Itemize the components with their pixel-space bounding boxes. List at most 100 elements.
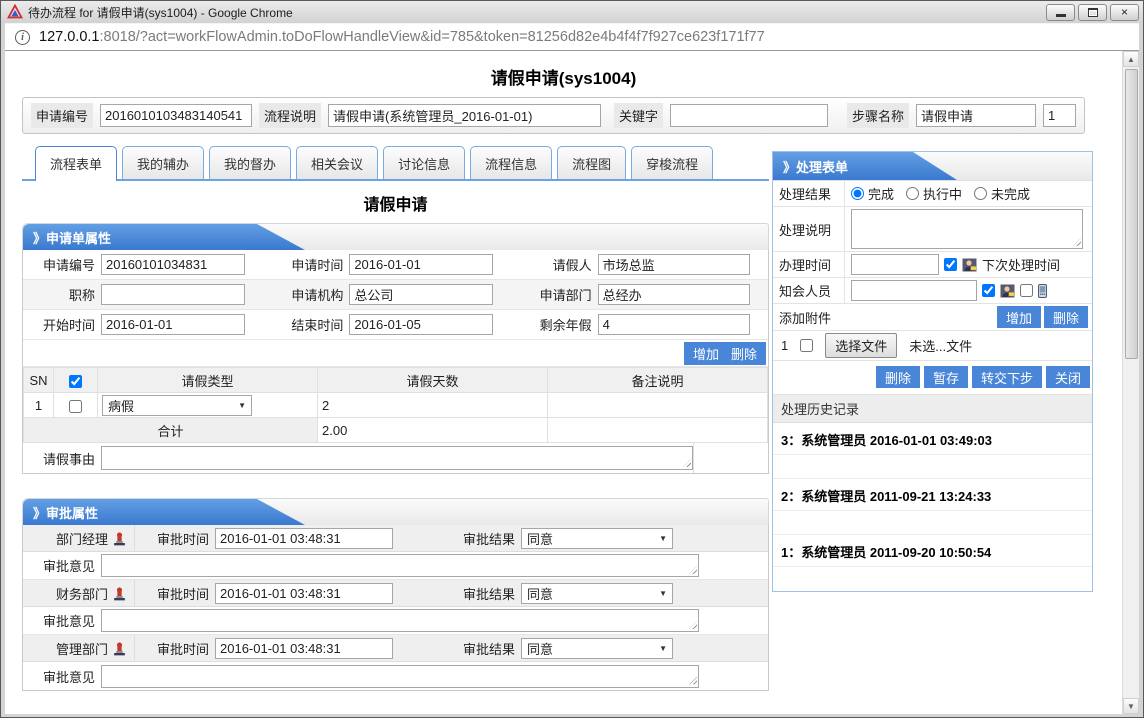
handle-section-header: 》处理表单 — [773, 152, 1092, 181]
field-label: 职称 — [23, 285, 101, 304]
select-all-checkbox[interactable] — [69, 375, 82, 388]
scroll-up-icon[interactable]: ▲ — [1123, 51, 1139, 67]
handle-time-input[interactable] — [851, 254, 939, 275]
maximize-icon — [1088, 8, 1098, 17]
attach-sn: 1 — [781, 338, 788, 353]
col-header-days: 请假天数 — [318, 368, 548, 393]
approval-result-select[interactable]: 同意▼ — [521, 638, 673, 659]
col-header-sn: SN — [24, 368, 54, 393]
apply-dept-input[interactable] — [598, 284, 750, 305]
notify-person-input[interactable] — [851, 280, 977, 301]
end-time-input[interactable] — [349, 314, 493, 335]
attach-add-button[interactable]: 增加 — [997, 306, 1041, 328]
approval-opinion-textarea[interactable] — [101, 554, 699, 577]
mobile-phone-icon — [1038, 284, 1047, 298]
leave-type-select[interactable]: 病假▼ — [102, 395, 252, 416]
apply-time-input[interactable] — [349, 254, 493, 275]
apply-no-label: 申请编号 — [31, 103, 93, 128]
scroll-down-icon[interactable]: ▼ — [1123, 698, 1139, 714]
keyword-input[interactable] — [670, 104, 828, 127]
remaining-leave-input[interactable] — [598, 314, 750, 335]
job-title-input[interactable] — [101, 284, 245, 305]
approval-opinion-textarea[interactable] — [101, 665, 699, 688]
leave-add-button[interactable]: 增加 — [693, 344, 719, 363]
approval-result-select[interactable]: 同意▼ — [521, 528, 673, 549]
minimize-button[interactable] — [1046, 4, 1075, 21]
url-text[interactable]: 127.0.0.1:8018/?act=workFlowAdmin.toDoFl… — [39, 29, 765, 45]
field-label: 申请时间 — [271, 255, 349, 274]
leave-row-checkbox[interactable] — [69, 400, 82, 413]
leave-reason-textarea[interactable] — [101, 446, 693, 470]
tab-flow-form[interactable]: 流程表单 — [35, 146, 117, 181]
step-name-label: 步骤名称 — [847, 103, 909, 128]
apply-no2-input[interactable] — [101, 254, 245, 275]
tab-my-assist[interactable]: 我的辅办 — [122, 146, 204, 179]
chevron-down-icon: ▼ — [659, 589, 667, 598]
url-bar[interactable]: i 127.0.0.1:8018/?act=workFlowAdmin.toDo… — [5, 23, 1139, 51]
apply-section-header: 》申请单属性 — [22, 223, 769, 250]
tab-related-meetings[interactable]: 相关会议 — [296, 146, 378, 179]
apply-no-input[interactable] — [100, 104, 252, 127]
site-info-icon[interactable]: i — [15, 30, 30, 45]
attach-delete-button[interactable]: 删除 — [1044, 306, 1088, 328]
tab-flow-chart[interactable]: 流程图 — [557, 146, 626, 179]
radio-running[interactable] — [906, 187, 919, 200]
approval-time-input[interactable] — [215, 528, 393, 549]
notify-row: 知会人员 — [773, 278, 1092, 304]
step-name-input[interactable] — [916, 104, 1036, 127]
tab-flow-info[interactable]: 流程信息 — [470, 146, 552, 179]
browser-window: 待办流程 for 请假申请(sys1004) - Google Chrome ×… — [0, 0, 1144, 718]
forward-next-button[interactable]: 转交下步 — [972, 366, 1042, 388]
history-spacer — [773, 455, 1092, 479]
total-label: 合计 — [24, 418, 318, 443]
field-label: 申请部门 — [520, 285, 598, 304]
close-button[interactable]: × — [1110, 4, 1139, 21]
radio-undone[interactable] — [974, 187, 987, 200]
approval-opinion-textarea[interactable] — [101, 609, 699, 632]
tab-shuttle-flow[interactable]: 穿梭流程 — [631, 146, 713, 179]
close-form-button[interactable]: 关闭 — [1046, 366, 1090, 388]
field-label: 请假人 — [520, 255, 598, 274]
handle-time-row: 办理时间 下次处理时间 — [773, 252, 1092, 278]
attach-checkbox[interactable] — [800, 339, 813, 352]
field-label: 申请编号 — [23, 255, 101, 274]
radio-done[interactable] — [851, 187, 864, 200]
next-time-checkbox[interactable] — [944, 258, 957, 271]
maximize-button[interactable] — [1078, 4, 1107, 21]
flow-desc-input[interactable] — [328, 104, 601, 127]
leave-delete-button[interactable]: 删除 — [731, 344, 757, 363]
leave-reason-row: 请假事由 — [23, 443, 768, 473]
attach-row: 添加附件 增加 删除 — [773, 304, 1092, 331]
approval-box: 部门经理 审批时间 审批结果 同意▼ 审批意见 财务部门 审批时间 — [22, 525, 769, 691]
notify-sms-checkbox[interactable] — [1020, 284, 1033, 297]
approval-time-input[interactable] — [215, 583, 393, 604]
approval-result-select[interactable]: 同意▼ — [521, 583, 673, 604]
handle-result-row: 处理结果 完成 执行中 未完成 — [773, 181, 1092, 207]
handle-desc-textarea[interactable] — [851, 209, 1083, 249]
chevron-down-icon: ▼ — [659, 644, 667, 653]
notify-person-icon — [1000, 284, 1015, 298]
save-draft-button[interactable]: 暂存 — [924, 366, 968, 388]
applicant-input[interactable] — [598, 254, 750, 275]
scrollbar-thumb[interactable] — [1125, 69, 1138, 359]
start-time-input[interactable] — [101, 314, 245, 335]
notify-msg-checkbox[interactable] — [982, 284, 995, 297]
history-entry: 1：系统管理员 2011-09-20 10:50:54 — [773, 535, 1092, 567]
step-no-input[interactable] — [1043, 104, 1076, 127]
page-content: 请假申请(sys1004) 申请编号 流程说明 关键字 步骤名称 流程表单 我的… — [5, 51, 1122, 714]
page-scrollbar[interactable]: ▲ ▼ — [1122, 51, 1139, 714]
handle-buttons-row: 删除 暂存 转交下步 关闭 — [773, 361, 1092, 395]
choose-file-button[interactable]: 选择文件 — [825, 333, 897, 358]
field-label: 申请机构 — [271, 285, 349, 304]
tab-my-supervise[interactable]: 我的督办 — [209, 146, 291, 179]
apply-org-input[interactable] — [349, 284, 493, 305]
leave-total-row: 合计 2.00 — [24, 418, 768, 443]
titlebar: 待办流程 for 请假申请(sys1004) - Google Chrome × — [1, 1, 1143, 23]
history-entry: 2：系统管理员 2011-09-21 13:24:33 — [773, 479, 1092, 511]
field-label: 开始时间 — [23, 315, 101, 334]
apply-section-title: 》申请单属性 — [33, 228, 111, 247]
approval-time-input[interactable] — [215, 638, 393, 659]
tab-discussion-info[interactable]: 讨论信息 — [383, 146, 465, 179]
handle-section-title: 》处理表单 — [783, 157, 848, 176]
delete-button[interactable]: 删除 — [876, 366, 920, 388]
